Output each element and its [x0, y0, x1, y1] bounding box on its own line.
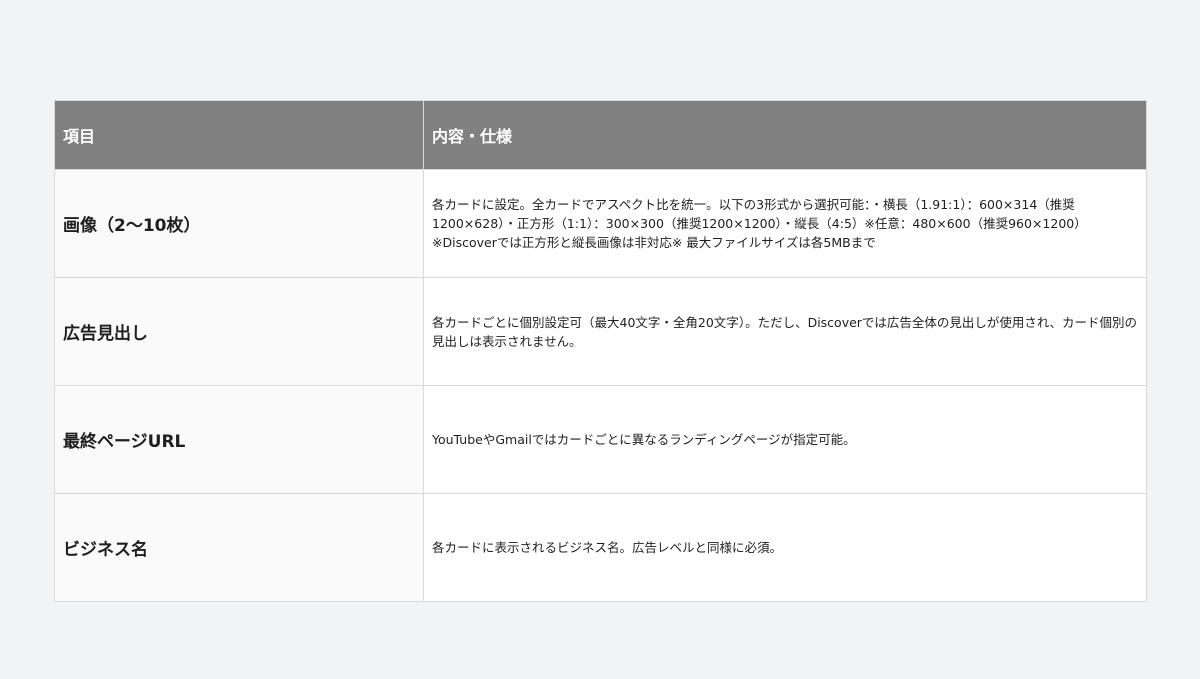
description-cell: 各カードに設定。全カードでアスペクト比を統一。以下の3形式から選択可能：・横長（…	[423, 169, 1147, 278]
table-row: 最終ページURL YouTubeやGmailではカードごとに異なるランディングペ…	[54, 385, 1147, 494]
description-cell: 各カードに表示されるビジネス名。広告レベルと同様に必須。	[423, 493, 1147, 602]
column-header-item: 項目	[54, 100, 424, 170]
table-row: 広告見出し 各カードごとに個別設定可（最大40文字・全角20文字）。ただし、Di…	[54, 277, 1147, 386]
column-header-content: 内容・仕様	[423, 100, 1147, 170]
description-cell: YouTubeやGmailではカードごとに異なるランディングページが指定可能。	[423, 385, 1147, 494]
item-cell: ビジネス名	[54, 493, 424, 602]
table-row: ビジネス名 各カードに表示されるビジネス名。広告レベルと同様に必須。	[54, 493, 1147, 602]
item-cell: 広告見出し	[54, 277, 424, 386]
table-header-row: 項目 内容・仕様	[54, 100, 1147, 170]
description-cell: 各カードごとに個別設定可（最大40文字・全角20文字）。ただし、Discover…	[423, 277, 1147, 386]
table-row: 画像（2〜10枚） 各カードに設定。全カードでアスペクト比を統一。以下の3形式か…	[54, 169, 1147, 278]
item-cell: 画像（2〜10枚）	[54, 169, 424, 278]
spec-table: 項目 内容・仕様 画像（2〜10枚） 各カードに設定。全カードでアスペクト比を統…	[54, 100, 1147, 602]
item-cell: 最終ページURL	[54, 385, 424, 494]
